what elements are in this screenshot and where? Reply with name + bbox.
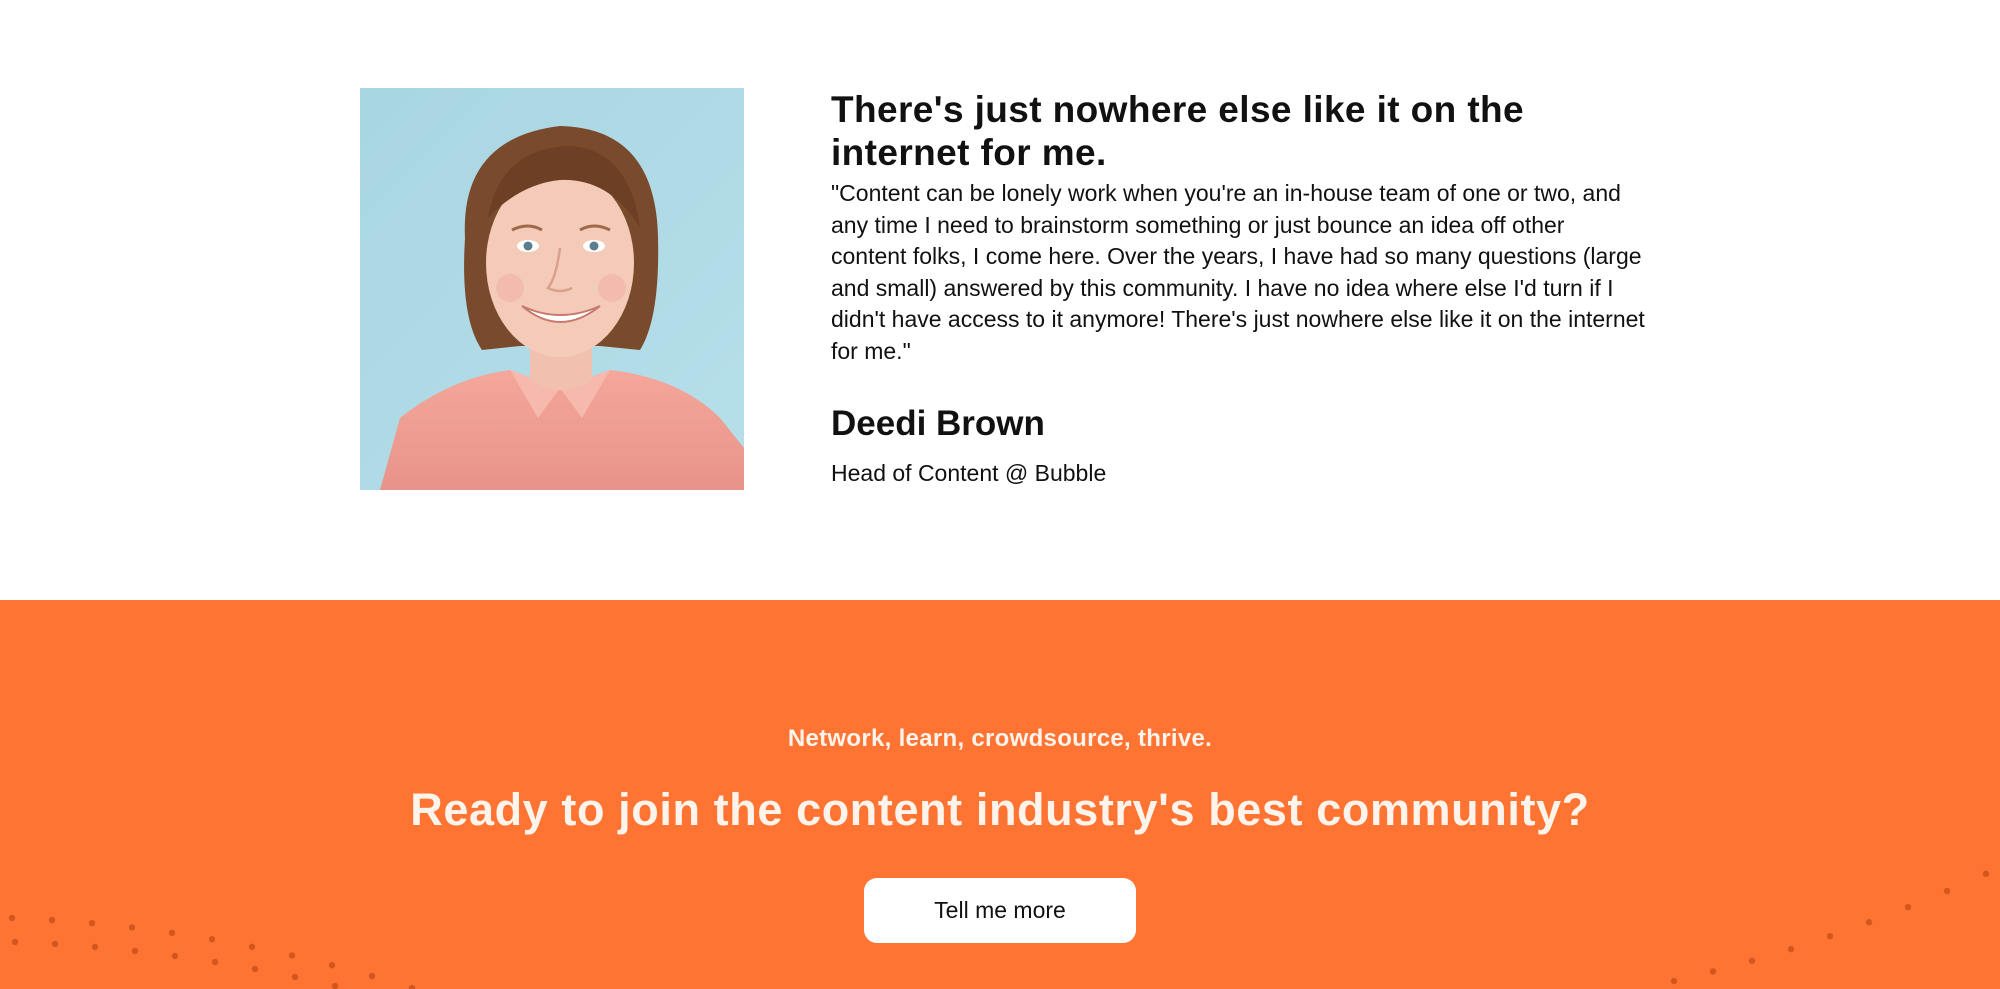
decorative-dot xyxy=(11,938,19,946)
testimonial-author-role: Head of Content @ Bubble xyxy=(831,460,1107,486)
cta-eyebrow: Network, learn, crowdsource, thrive. xyxy=(787,725,1213,752)
decorative-dot xyxy=(1787,945,1795,953)
decorative-dot xyxy=(171,952,179,960)
decorative-dot xyxy=(288,952,296,959)
tell-me-more-button[interactable]: Tell me more xyxy=(864,878,1136,943)
decorative-dot xyxy=(1904,904,1912,911)
decorative-dot xyxy=(208,936,216,943)
testimonial-text: There's just nowhere else like it on the… xyxy=(831,88,1646,368)
decorative-dot xyxy=(1943,887,1951,895)
decorative-dot xyxy=(128,924,136,931)
testimonial-section: There's just nowhere else like it on the… xyxy=(0,0,2000,600)
decorative-dot xyxy=(328,962,336,969)
decorative-dot xyxy=(1709,968,1717,975)
testimonial-headline: There's just nowhere else like it on the… xyxy=(831,89,1525,173)
decorative-dot xyxy=(1826,933,1834,940)
decorative-dot xyxy=(368,972,376,980)
decorative-dot xyxy=(1670,977,1678,985)
portrait-icon xyxy=(360,88,744,490)
decorative-dot xyxy=(131,947,139,955)
decorative-dot xyxy=(248,943,256,950)
decorative-dot xyxy=(91,943,99,951)
testimonial-photo xyxy=(360,88,744,490)
decorative-dot xyxy=(291,973,299,981)
decorative-dot xyxy=(331,982,339,989)
decorative-dot xyxy=(1748,957,1756,964)
decorative-dot xyxy=(8,914,16,922)
testimonial-quote: "Content can be lonely work when you're … xyxy=(831,180,1645,364)
decorative-dot xyxy=(168,929,176,936)
testimonial-author-name: Deedi Brown xyxy=(831,404,1045,443)
decorative-dot xyxy=(1982,870,1990,877)
cta-section: Network, learn, crowdsource, thrive. Rea… xyxy=(0,600,2000,989)
decorative-dot xyxy=(251,965,259,973)
decorative-dot xyxy=(48,916,56,924)
page: There's just nowhere else like it on the… xyxy=(0,0,2000,989)
decorative-dot xyxy=(211,958,219,966)
cta-title: Ready to join the content industry's bes… xyxy=(410,784,1590,835)
decorative-dot xyxy=(88,920,96,927)
decorative-dot xyxy=(51,940,59,948)
decorative-dot xyxy=(408,984,416,989)
decorative-dot xyxy=(1865,919,1873,926)
